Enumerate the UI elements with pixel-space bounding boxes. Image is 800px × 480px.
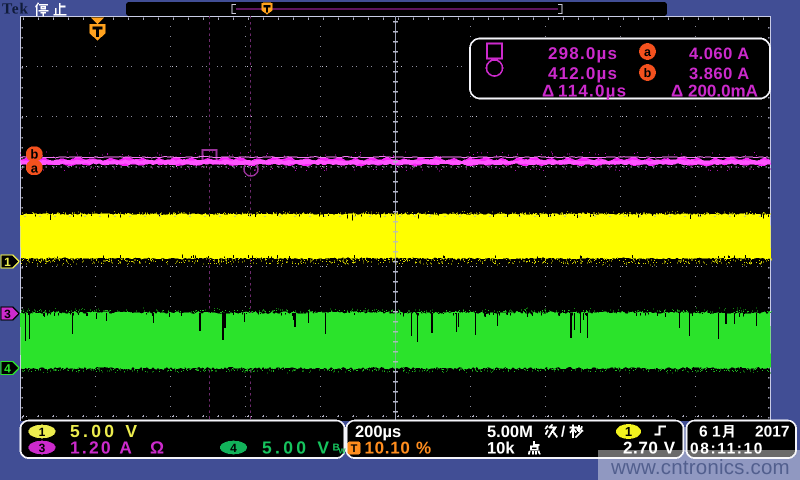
- svg-text:b: b: [30, 147, 38, 162]
- svg-text:10.10 %: 10.10 %: [365, 439, 432, 458]
- svg-text:4: 4: [4, 361, 11, 375]
- svg-text:W: W: [339, 447, 347, 456]
- svg-text:Tek: Tek: [2, 1, 29, 18]
- svg-text:4: 4: [230, 441, 237, 455]
- svg-text:5.00M: 5.00M: [487, 423, 533, 441]
- svg-text:1.20 A: 1.20 A: [70, 438, 134, 458]
- svg-text:2017: 2017: [755, 424, 789, 441]
- svg-text:412.0µs: 412.0µs: [548, 64, 618, 83]
- svg-text:T: T: [351, 443, 358, 455]
- svg-text:a: a: [31, 160, 39, 175]
- svg-text:200.0mA: 200.0mA: [688, 82, 758, 101]
- svg-text:b: b: [644, 66, 652, 80]
- svg-text:10k: 10k: [487, 440, 515, 458]
- svg-text:298.0µs: 298.0µs: [548, 44, 618, 63]
- svg-text:1: 1: [712, 424, 721, 441]
- svg-text:3: 3: [4, 307, 11, 321]
- svg-text:5.00 V: 5.00 V: [262, 438, 332, 458]
- svg-text:Δ: Δ: [671, 82, 684, 101]
- svg-text:a: a: [644, 45, 652, 59]
- svg-text:1: 1: [625, 424, 632, 439]
- svg-text:4.060 A: 4.060 A: [689, 45, 750, 63]
- svg-text:3: 3: [39, 441, 46, 455]
- svg-text:114.0µs: 114.0µs: [558, 82, 627, 101]
- svg-text:3.860 A: 3.860 A: [689, 65, 750, 83]
- svg-text:www.cntronics.com: www.cntronics.com: [610, 456, 790, 479]
- svg-text:1: 1: [39, 425, 46, 439]
- svg-text:Δ: Δ: [542, 82, 555, 101]
- svg-text:1: 1: [4, 255, 11, 269]
- svg-text:Ω: Ω: [150, 438, 164, 458]
- svg-text:6: 6: [699, 424, 708, 441]
